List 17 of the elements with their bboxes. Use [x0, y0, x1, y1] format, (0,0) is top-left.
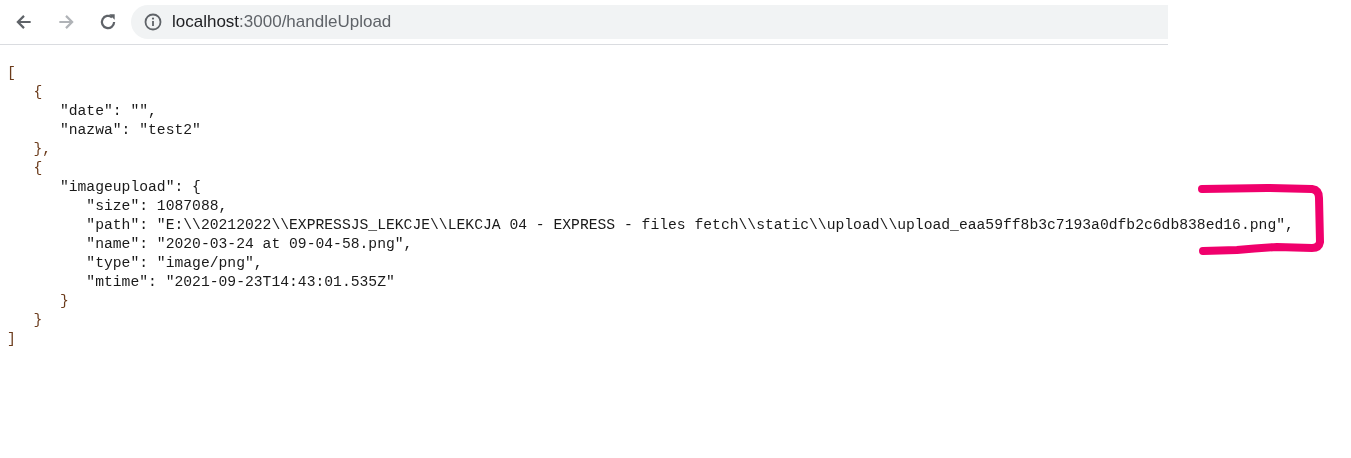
json-line: "date": "", [59, 103, 157, 119]
url-text[interactable]: localhost:3000/handleUpload [172, 12, 392, 32]
json-bracket: [ [7, 65, 16, 81]
json-bracket: { [33, 84, 43, 100]
json-bracket: } [59, 293, 69, 309]
json-line: "nazwa": "test2" [59, 122, 201, 138]
json-line: "imageupload": { [59, 179, 201, 195]
json-bracket: } [33, 312, 43, 328]
address-bar[interactable]: localhost:3000/handleUpload [131, 5, 1168, 39]
json-bracket: }, [33, 141, 52, 157]
json-line: "type": "image/png", [86, 255, 263, 271]
json-line: "mtime": "2021-09-23T14:43:01.535Z" [86, 274, 395, 290]
json-bracket: ] [7, 331, 16, 347]
json-line: "size": 1087088, [86, 198, 228, 214]
json-bracket: { [33, 160, 43, 176]
json-line: "path": "E:\\20212022\\EXPRESSJS_LEKCJE\\LEKCJA 04 - EXPRESS - files fetch\\static\\upload\\upload_eaa59ff8b3c7193a0dfb2c6db838ed16.png", [86, 217, 1294, 233]
json-line: "name": "2020-03-24 at 09-04-58.png", [86, 236, 413, 252]
